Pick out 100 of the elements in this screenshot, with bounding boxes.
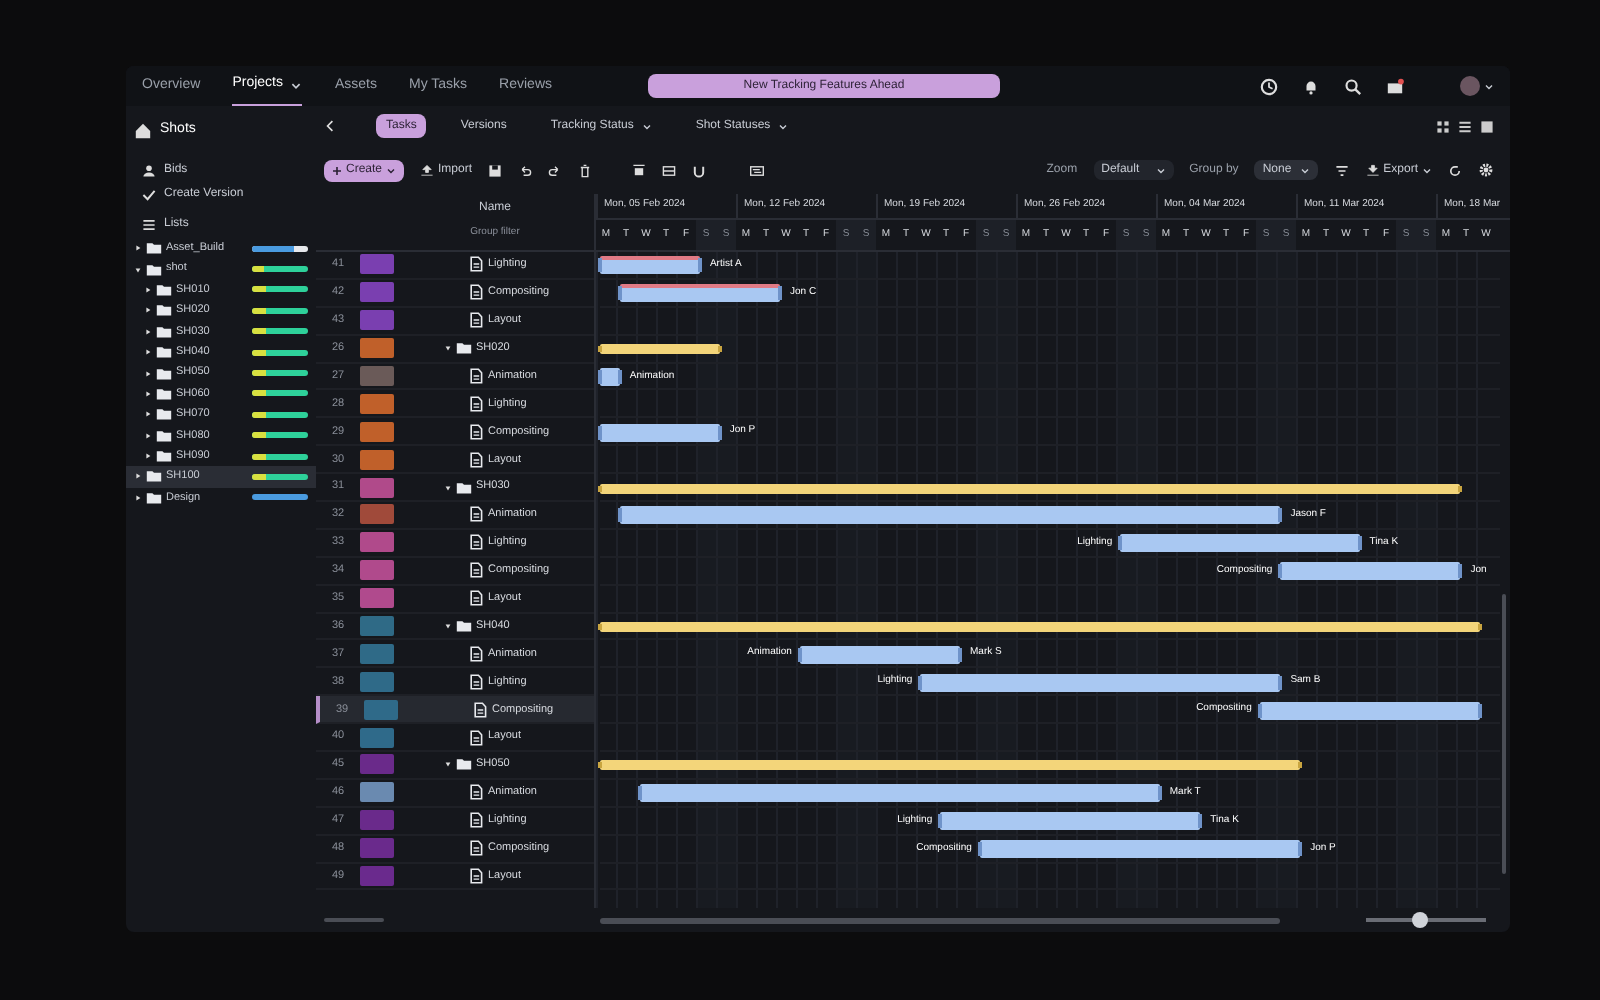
- summary-bar[interactable]: [600, 483, 1461, 494]
- bar-start-handle[interactable]: [637, 786, 642, 801]
- bar-end-handle[interactable]: [1458, 564, 1463, 579]
- bar-start-handle[interactable]: [1257, 703, 1262, 718]
- bar-start-handle[interactable]: [598, 762, 602, 769]
- folder-icon: [456, 618, 472, 635]
- collapsed-arrow-icon: [144, 431, 152, 440]
- task-bar[interactable]: [639, 784, 1160, 803]
- progress-bar: [252, 349, 308, 356]
- collapsed-arrow-icon: [144, 306, 152, 315]
- document-icon: [468, 840, 484, 857]
- horizontal-scrollbar[interactable]: [324, 918, 384, 922]
- bar-end-handle[interactable]: [958, 647, 962, 662]
- bar-start-handle[interactable]: [938, 814, 943, 829]
- task-bar[interactable]: [920, 673, 1281, 692]
- collapsed-arrow-icon: [134, 493, 142, 502]
- align-middle-icon[interactable]: [662, 163, 677, 177]
- bar-start-handle[interactable]: [797, 647, 802, 662]
- caret-icon: [1484, 81, 1494, 91]
- bar-end-handle[interactable]: [1157, 786, 1162, 801]
- collapsed-arrow-icon: [144, 389, 152, 398]
- bar-end-handle[interactable]: [1298, 842, 1303, 857]
- collapsed-arrow-icon: [144, 410, 152, 419]
- bar-end-handle[interactable]: [778, 286, 782, 301]
- document-icon: [468, 506, 484, 523]
- bar-start-handle[interactable]: [598, 370, 602, 384]
- bar-start-handle[interactable]: [598, 425, 602, 440]
- bar-end-handle[interactable]: [1478, 703, 1483, 718]
- save-icon[interactable]: [488, 163, 503, 177]
- folder-icon: [456, 479, 472, 496]
- summary-bar[interactable]: [600, 622, 1481, 633]
- task-bar[interactable]: [799, 645, 960, 664]
- bar-end-handle[interactable]: [1278, 675, 1283, 690]
- document-icon: [472, 701, 488, 718]
- task-bar[interactable]: [1280, 562, 1461, 581]
- collapsed-arrow-icon: [134, 244, 142, 253]
- upload-icon: [420, 163, 435, 177]
- home-icon: [134, 121, 152, 139]
- bar-start-handle[interactable]: [1118, 536, 1123, 551]
- progress-bar: [252, 307, 308, 314]
- document-icon: [468, 534, 484, 551]
- filter-icon[interactable]: [1333, 163, 1350, 177]
- progress-bar: [252, 453, 308, 460]
- bar-end-handle[interactable]: [1478, 624, 1483, 631]
- bar-start-handle[interactable]: [598, 346, 602, 353]
- check-icon: [142, 187, 156, 201]
- bar-end-handle[interactable]: [1357, 536, 1362, 551]
- task-bar[interactable]: [940, 812, 1201, 831]
- task-bar[interactable]: [619, 284, 780, 303]
- progress-bar: [252, 266, 308, 273]
- caret-icon: [1422, 165, 1432, 175]
- plus-icon: [332, 165, 342, 175]
- document-icon: [468, 451, 484, 468]
- progress-bar: [252, 432, 308, 439]
- bar-end-handle[interactable]: [717, 425, 722, 440]
- bar-start-handle[interactable]: [598, 258, 602, 273]
- horizontal-scrollbar[interactable]: [600, 917, 1280, 923]
- vertical-scrollbar[interactable]: [1502, 594, 1506, 874]
- bar-start-handle[interactable]: [617, 286, 622, 301]
- summary-bar[interactable]: [600, 760, 1301, 771]
- collapsed-arrow-icon: [134, 472, 142, 481]
- refresh-icon[interactable]: [1448, 163, 1462, 177]
- bar-end-handle[interactable]: [1458, 485, 1463, 492]
- summary-bar[interactable]: [600, 344, 720, 355]
- progress-bar: [252, 411, 308, 418]
- task-bar[interactable]: [600, 256, 700, 275]
- bar-end-handle[interactable]: [1278, 508, 1283, 523]
- task-bar[interactable]: [1120, 534, 1360, 553]
- bar-start-handle[interactable]: [977, 842, 982, 857]
- bar-start-handle[interactable]: [1278, 564, 1283, 579]
- task-bar[interactable]: [1259, 701, 1481, 720]
- bar-end-handle[interactable]: [1198, 814, 1203, 829]
- bar-end-handle[interactable]: [717, 346, 722, 353]
- undo-icon[interactable]: [518, 163, 533, 177]
- caret-icon: [386, 165, 397, 175]
- bar-end-handle[interactable]: [617, 370, 622, 384]
- task-bar[interactable]: [979, 840, 1301, 859]
- folder-icon: [456, 340, 472, 357]
- progress-bar: [252, 286, 308, 293]
- bar-end-handle[interactable]: [1298, 762, 1303, 769]
- caret-icon: [1155, 165, 1166, 175]
- collapsed-arrow-icon: [144, 285, 152, 294]
- panel-view-icon: [1480, 119, 1494, 133]
- slider-thumb[interactable]: [1412, 912, 1428, 928]
- bar-start-handle[interactable]: [918, 675, 923, 690]
- avatar[interactable]: [1460, 76, 1480, 96]
- task-bar[interactable]: [600, 423, 720, 442]
- document-icon: [468, 729, 484, 746]
- align-top-icon[interactable]: [632, 163, 647, 177]
- document-icon: [468, 645, 484, 662]
- timeline-icon[interactable]: [746, 163, 769, 177]
- settings-icon[interactable]: [1478, 162, 1494, 178]
- bar-start-handle[interactable]: [617, 508, 622, 523]
- redo-icon[interactable]: [548, 163, 563, 177]
- bar-start-handle[interactable]: [598, 485, 602, 492]
- trash-icon[interactable]: [578, 163, 593, 177]
- magnet-icon[interactable]: [692, 163, 707, 177]
- bar-end-handle[interactable]: [697, 258, 702, 273]
- bar-start-handle[interactable]: [598, 624, 602, 631]
- task-bar[interactable]: [619, 506, 1281, 525]
